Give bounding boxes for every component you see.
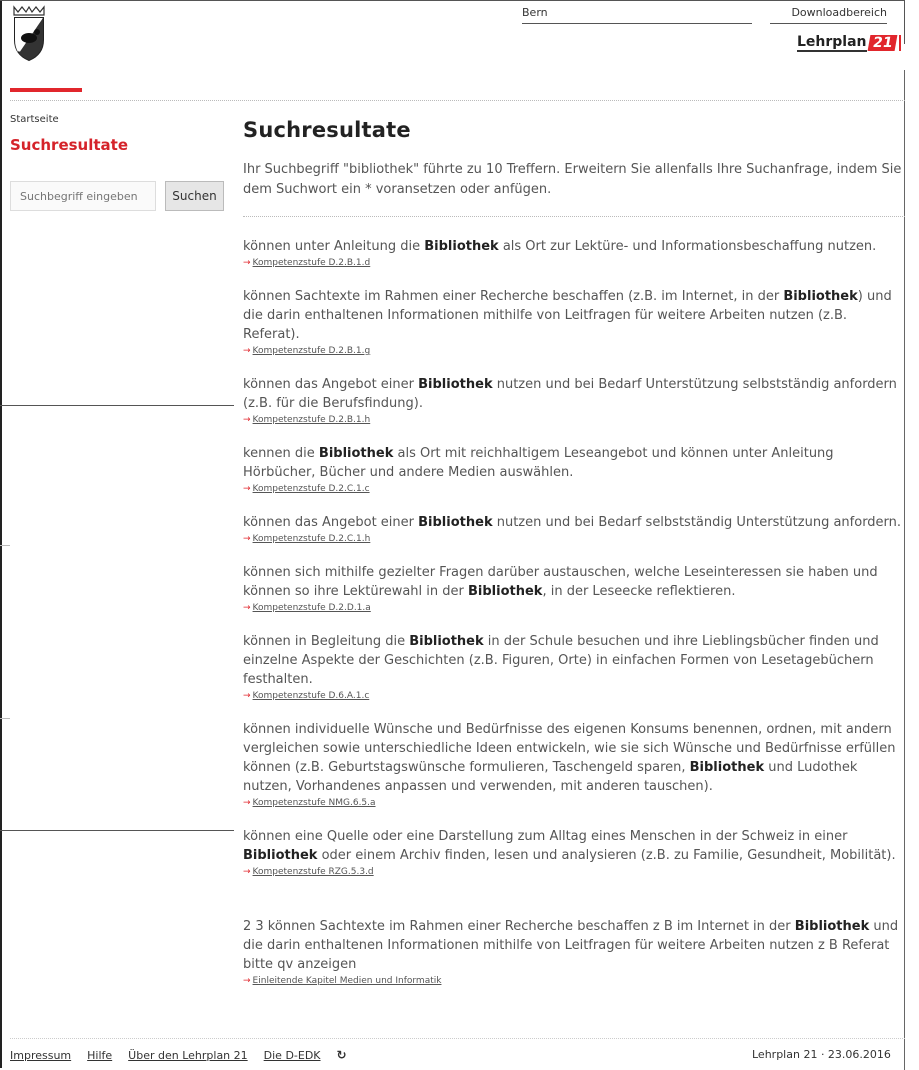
result-text: können Sachtexte im Rahmen einer Recherc… [243,289,892,342]
search-hit: Bibliothek [418,515,493,530]
search-hit: Bibliothek [689,760,765,775]
bern-coat-of-arms-icon[interactable] [10,4,48,64]
arrow-right-icon: → [243,691,251,701]
search-summary: Ihr Suchbegriff "bibliothek" führte zu 1… [243,162,902,197]
result-link[interactable]: → Kompetenzstufe D.2.B.1.g [243,345,907,358]
header-divider [10,100,905,101]
logo-bar [899,35,902,51]
intro-divider [243,216,905,217]
footer-link-ueber[interactable]: Über den Lehrplan 21 [128,1049,247,1062]
result-link[interactable]: → Kompetenzstufe D.2.D.1.a [243,602,907,615]
canton-link-bern[interactable]: Bern [522,6,752,24]
search-result: können Sachtexte im Rahmen einer Recherc… [243,287,907,358]
search-hit: Bibliothek [424,239,499,254]
arrow-right-icon: → [243,346,251,356]
result-link[interactable]: → Kompetenzstufe D.2.C.1.c [243,483,907,496]
footer-link-dedk[interactable]: Die D-EDK [264,1049,321,1062]
background-window-line [0,405,234,406]
result-link[interactable]: → Kompetenzstufe D.6.A.1.c [243,690,907,703]
search-hit: Bibliothek [243,848,318,863]
arrow-right-icon: → [243,867,251,877]
result-text: können sich mithilfe gezielter Fragen da… [243,565,878,599]
search-input[interactable] [10,181,156,211]
search-result: können das Angebot einer Bibliothek nutz… [243,513,907,546]
background-window-line [0,830,234,831]
result-link[interactable]: → Kompetenzstufe D.2.B.1.d [243,257,907,270]
footer-links: Impressum Hilfe Über den Lehrplan 21 Die… [10,1048,347,1062]
search-result: können in Begleitung die Bibliothek in d… [243,632,907,703]
search-hit: Bibliothek [418,377,493,392]
search-hit: Bibliothek [318,446,394,461]
result-link[interactable]: → Kompetenzstufe D.2.B.1.h [243,414,907,427]
result-text: kennen die Bibliothek als Ort mit reichh… [243,446,834,480]
result-text: können individuelle Wünsche und Bedürfni… [243,722,896,794]
accent-bar [10,88,82,92]
result-text: können das Angebot einer Bibliothek nutz… [243,515,902,530]
search-result: 2 3 können Sachtexte im Rahmen einer Rec… [243,917,907,988]
result-text: können in Begleitung die Bibliothek in d… [243,634,879,687]
arrow-right-icon: → [243,484,251,494]
footer-link-impressum[interactable]: Impressum [10,1049,71,1062]
page-title: Suchresultate [243,118,411,142]
search-result: können das Angebot einer Bibliothek nutz… [243,375,907,427]
arrow-right-icon: → [243,976,251,986]
arrow-right-icon: → [243,415,251,425]
footer-link-hilfe[interactable]: Hilfe [87,1049,112,1062]
lehrplan21-logo[interactable]: Lehrplan 21 [797,34,902,52]
background-window-line [0,718,10,719]
search-result: können sich mithilfe gezielter Fragen da… [243,563,907,615]
search-hit: Bibliothek [783,289,858,304]
result-link[interactable]: → Einleitende Kapitel Medien und Informat… [243,975,907,988]
sidebar-title: Suchresultate [10,136,129,154]
window-edge [0,0,2,1068]
result-text: 2 3 können Sachtexte im Rahmen einer Rec… [243,919,899,972]
breadcrumb-home[interactable]: Startseite [10,114,59,125]
window-edge-top [0,0,905,1]
search-result: können individuelle Wünsche und Bedürfni… [243,720,907,810]
arrow-right-icon: → [243,603,251,613]
window-edge-right [904,0,905,44]
arrow-right-icon: → [243,534,251,544]
result-link[interactable]: → Kompetenzstufe NMG.6.5.a [243,797,907,810]
search-hit: Bibliothek [409,634,484,649]
search-hit: Bibliothek [468,584,543,599]
arrow-right-icon: → [243,798,251,808]
footer-divider [10,1038,905,1039]
search-hit: Bibliothek [794,919,870,934]
footer-version: Lehrplan 21 · 23.06.2016 [752,1048,891,1061]
download-area-link[interactable]: Downloadbereich [770,6,887,24]
logo-text: Lehrplan [797,34,867,52]
results-list: können unter Anleitung die Bibliothek al… [243,237,907,988]
result-text: können das Angebot einer Bibliothek nutz… [243,377,897,411]
result-text: können unter Anleitung die Bibliothek al… [243,239,877,254]
search-result: können unter Anleitung die Bibliothek al… [243,237,907,270]
result-text: können eine Quelle oder eine Darstellung… [243,829,896,863]
search-result: kennen die Bibliothek als Ort mit reichh… [243,444,907,496]
background-window-line [0,545,10,546]
arrow-right-icon: → [243,258,251,268]
result-link[interactable]: → Kompetenzstufe D.2.C.1.h [243,533,907,546]
logo-number: 21 [867,35,898,51]
result-link[interactable]: → Kompetenzstufe RZG.5.3.d [243,866,907,879]
search-result: können eine Quelle oder eine Darstellung… [243,827,907,879]
refresh-icon[interactable]: ↻ [337,1048,347,1062]
search-button[interactable]: Suchen [165,181,224,211]
